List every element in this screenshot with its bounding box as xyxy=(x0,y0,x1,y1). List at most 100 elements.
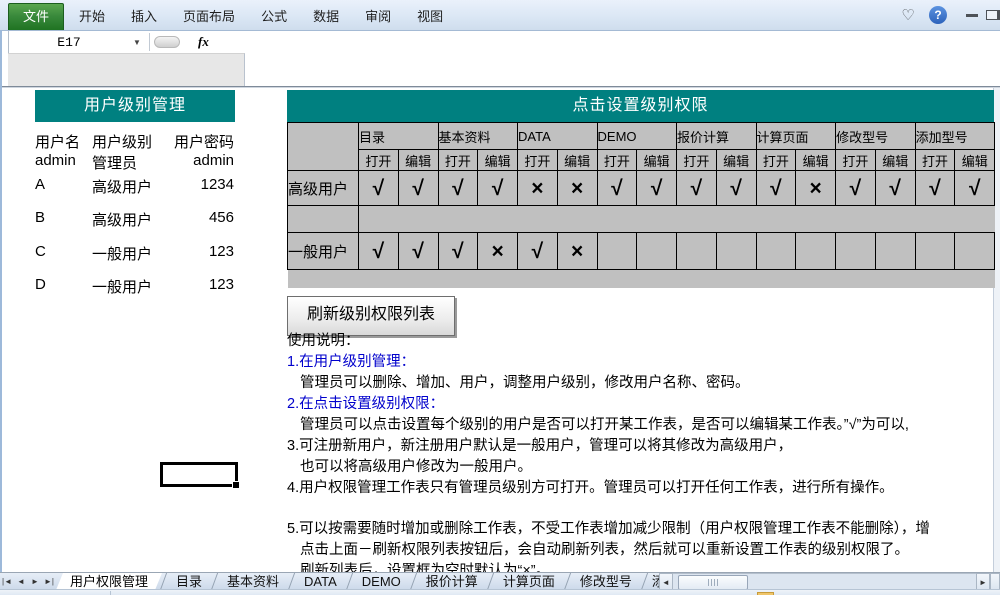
edit-header-cell: 编辑 xyxy=(875,150,915,171)
perm-row-label: 高级用户 xyxy=(288,171,359,206)
ribbon-tab-2[interactable]: 插入 xyxy=(120,4,168,30)
insert-function-icon[interactable]: fx xyxy=(198,34,209,50)
perm-cell-r1-c14[interactable] xyxy=(915,233,955,270)
open-header-cell: 打开 xyxy=(756,150,796,171)
edit-header-cell: 编辑 xyxy=(716,150,756,171)
open-header-cell: 打开 xyxy=(597,150,637,171)
tab-nav-last-icon[interactable]: ►| xyxy=(42,573,56,590)
sheet-tab-0[interactable]: 用户权限管理 xyxy=(56,573,162,590)
perm-cell-r1-c10[interactable] xyxy=(756,233,796,270)
name-box-value[interactable]: E17 xyxy=(9,35,129,50)
favorite-icon[interactable]: ♡ xyxy=(896,0,920,30)
horizontal-scrollbar[interactable] xyxy=(673,573,976,590)
ribbon-tab-1[interactable]: 开始 xyxy=(68,4,116,30)
user-level-cell[interactable]: 高级用户 xyxy=(92,176,168,196)
help-icon[interactable]: ? xyxy=(929,6,947,24)
perm-cell-r0-c9[interactable]: √ xyxy=(716,171,756,206)
ribbon-tab-0[interactable]: 文件 xyxy=(8,3,64,30)
tab-nav-next-icon[interactable]: ► xyxy=(28,573,42,590)
h-scrollbar-thumb[interactable] xyxy=(678,575,748,590)
instruction-line-0: 使用说明： xyxy=(287,331,999,352)
perm-cell-r0-c7[interactable]: √ xyxy=(637,171,677,206)
ribbon-tab-6[interactable]: 审阅 xyxy=(354,4,402,30)
user-level-cell[interactable]: 高级用户 xyxy=(92,209,168,229)
perm-cell-r0-c8[interactable]: √ xyxy=(677,171,717,206)
tab-nav-first-icon[interactable]: |◄ xyxy=(0,573,14,590)
formula-bar-collapse-handle[interactable] xyxy=(154,36,180,48)
perm-cell-r1-c2[interactable]: √ xyxy=(438,233,478,270)
user-name-cell[interactable]: admin xyxy=(35,152,92,172)
perm-cell-r1-c5[interactable]: × xyxy=(557,233,597,270)
user-level-cell[interactable]: 一般用户 xyxy=(92,276,168,296)
sheet-column-header: 目录 xyxy=(359,123,439,150)
user-level-cell[interactable]: 管理员 xyxy=(92,152,168,172)
perm-cell-r0-c11[interactable]: × xyxy=(796,171,836,206)
hscroll-right-icon[interactable]: ► xyxy=(976,573,990,590)
perm-cell-r1-c12[interactable] xyxy=(836,233,876,270)
ribbon-tab-3[interactable]: 页面布局 xyxy=(172,4,246,30)
perm-cell-r0-c4[interactable]: × xyxy=(518,171,558,206)
perm-cell-r1-c0[interactable]: √ xyxy=(359,233,399,270)
tab-nav-prev-icon[interactable]: ◄ xyxy=(14,573,28,590)
formula-bar-input[interactable] xyxy=(245,31,1000,86)
sheet-tab-8[interactable]: 添加型号 xyxy=(646,573,659,590)
status-bar xyxy=(0,589,1000,595)
perm-cell-r1-c8[interactable] xyxy=(677,233,717,270)
user-password-cell[interactable]: 1234 xyxy=(168,176,234,196)
name-box[interactable]: E17 ▼ fx xyxy=(8,31,246,54)
sheet-tab-4[interactable]: DEMO xyxy=(351,573,412,590)
sheet-tab-1[interactable]: 目录 xyxy=(165,573,213,590)
sheet-tab-6[interactable]: 计算页面 xyxy=(492,573,566,590)
perm-cell-r0-c6[interactable]: √ xyxy=(597,171,637,206)
perm-cell-r0-c1[interactable]: √ xyxy=(398,171,438,206)
scrollbar-split-handle[interactable] xyxy=(990,573,1000,590)
ribbon-tab-5[interactable]: 数据 xyxy=(302,4,350,30)
perm-cell-r0-c0[interactable]: √ xyxy=(359,171,399,206)
sheet-tab-7[interactable]: 修改型号 xyxy=(569,573,643,590)
perm-cell-r1-c13[interactable] xyxy=(875,233,915,270)
user-password-cell[interactable]: admin xyxy=(168,152,234,172)
user-password-cell[interactable]: 456 xyxy=(168,209,234,229)
perm-cell-r1-c11[interactable] xyxy=(796,233,836,270)
fill-handle[interactable] xyxy=(232,481,240,489)
perm-cell-r0-c5[interactable]: × xyxy=(557,171,597,206)
hscroll-left-icon[interactable]: ◄ xyxy=(659,573,673,590)
sheet-tab-5[interactable]: 报价计算 xyxy=(415,573,489,590)
user-password-cell[interactable]: 123 xyxy=(168,276,234,296)
cell-selection xyxy=(160,462,238,487)
perm-cell-r0-c14[interactable]: √ xyxy=(915,171,955,206)
spacer-label-cell xyxy=(288,206,359,233)
perm-cell-r1-c3[interactable]: × xyxy=(478,233,518,270)
chevron-down-icon[interactable]: ▼ xyxy=(129,38,145,47)
user-name-cell[interactable]: A xyxy=(35,176,92,196)
user-row: D一般用户123 xyxy=(35,276,234,296)
edit-header-cell: 编辑 xyxy=(398,150,438,171)
perm-cell-r0-c15[interactable]: √ xyxy=(955,171,995,206)
user-name-cell[interactable]: D xyxy=(35,276,92,296)
name-box-lower-panel xyxy=(8,53,245,87)
perm-cell-r1-c4[interactable]: √ xyxy=(518,233,558,270)
ribbon-tab-7[interactable]: 视图 xyxy=(406,4,454,30)
open-header-cell: 打开 xyxy=(438,150,478,171)
sheet-tab-3[interactable]: DATA xyxy=(293,573,348,590)
user-password-cell[interactable]: 123 xyxy=(168,243,234,263)
perm-cell-r0-c12[interactable]: √ xyxy=(836,171,876,206)
ribbon-tab-4[interactable]: 公式 xyxy=(250,4,298,30)
perm-cell-r1-c7[interactable] xyxy=(637,233,677,270)
sheet-tab-2[interactable]: 基本资料 xyxy=(216,573,290,590)
user-name-cell[interactable]: C xyxy=(35,243,92,263)
perm-cell-r0-c3[interactable]: √ xyxy=(478,171,518,206)
sheet-column-header: 添加型号 xyxy=(915,123,995,150)
user-name-cell[interactable]: B xyxy=(35,209,92,229)
perm-cell-r0-c2[interactable]: √ xyxy=(438,171,478,206)
perm-cell-r0-c10[interactable]: √ xyxy=(756,171,796,206)
perm-cell-r0-c13[interactable]: √ xyxy=(875,171,915,206)
perm-cell-r1-c6[interactable] xyxy=(597,233,637,270)
refresh-permission-list-button[interactable]: 刷新级别权限列表 xyxy=(287,296,455,336)
perm-cell-r1-c1[interactable]: √ xyxy=(398,233,438,270)
user-level-cell[interactable]: 一般用户 xyxy=(92,243,168,263)
sheet-column-header: 报价计算 xyxy=(677,123,757,150)
perm-cell-r1-c9[interactable] xyxy=(716,233,756,270)
minimize-button[interactable] xyxy=(960,0,984,30)
perm-cell-r1-c15[interactable] xyxy=(955,233,995,270)
